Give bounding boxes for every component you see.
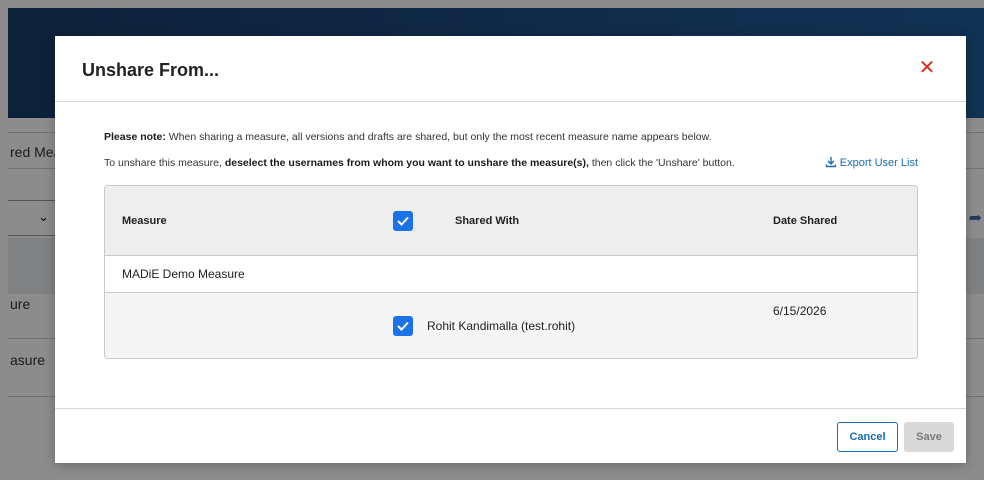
measure-row: MADiE Demo Measure [105,256,917,293]
check-icon [397,216,409,226]
unshare-dialog: Unshare From... ✕ Please note: When shar… [55,36,966,463]
column-header-shared-with: Shared With [455,215,520,227]
save-button[interactable]: Save [904,422,954,452]
user-checkbox[interactable] [393,316,413,336]
column-header-measure: Measure [122,215,167,227]
table-header: Measure Shared With Date Shared [105,186,917,256]
instruction-prefix: To unshare this measure, [104,157,225,169]
close-icon[interactable]: ✕ [918,58,936,78]
instruction-bold: deselect the usernames from whom you wan… [224,157,589,169]
note-label: Please note: [104,131,166,143]
instruction-text: To unshare this measure, deselect the us… [104,157,735,169]
measure-name: MADiE Demo Measure [122,267,245,281]
dialog-title: Unshare From... [82,60,220,80]
note-body: When sharing a measure, all versions and… [165,131,712,143]
cancel-button[interactable]: Cancel [837,422,898,452]
instruction-suffix: then click the 'Unshare' button. [588,157,735,169]
dialog-header: Unshare From... ✕ [55,36,966,102]
shared-users-table: Measure Shared With Date Shared MADiE De… [104,185,918,359]
dialog-footer: Cancel Save [55,408,966,463]
table-row: Rohit Kandimalla (test.rohit) 6/15/2026 [105,293,917,358]
note-text: Please note: When sharing a measure, all… [104,131,712,143]
export-user-list-link[interactable]: Export User List [825,156,918,169]
column-header-date-shared: Date Shared [773,215,838,227]
shared-user-name: Rohit Kandimalla (test.rohit) [427,319,576,333]
download-icon [825,157,836,168]
check-icon [397,321,409,331]
date-shared-value: 6/15/2026 [773,304,827,318]
export-label: Export User List [839,157,918,169]
select-all-checkbox[interactable] [393,211,413,231]
